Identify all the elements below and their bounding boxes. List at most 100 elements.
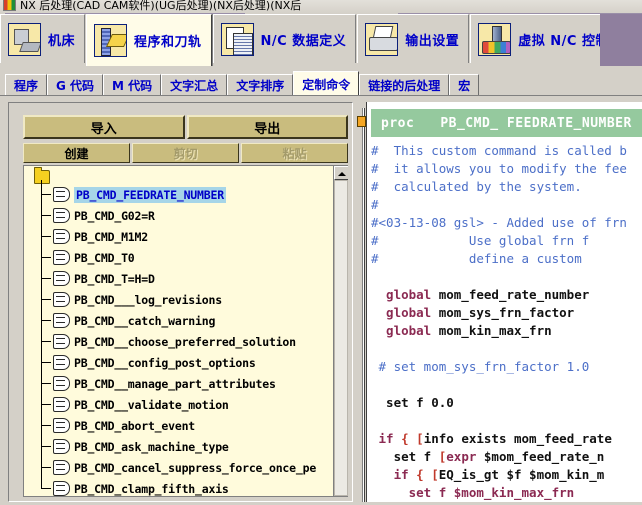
tree-vertical-scrollbar[interactable] bbox=[333, 166, 348, 496]
button-导入[interactable]: 导入 bbox=[23, 115, 185, 139]
sub-tab-6[interactable]: 链接的后处理 bbox=[359, 74, 450, 96]
custom-command-icon bbox=[53, 271, 70, 286]
splitter-bar[interactable] bbox=[362, 108, 365, 502]
tree-item[interactable]: PB_CMD_T0 bbox=[41, 247, 334, 268]
tree-item[interactable]: PB_CMD_cancel_suppress_force_once_pe bbox=[41, 457, 334, 478]
sub-tab-3[interactable]: 文字汇总 bbox=[161, 74, 228, 96]
code-token: # bbox=[371, 197, 379, 212]
button-导出[interactable]: 导出 bbox=[186, 115, 348, 139]
code-line: # Use global frn f bbox=[371, 232, 642, 250]
tree-item-label: PB_CMD_abort_event bbox=[74, 418, 196, 433]
button-创建[interactable]: 创建 bbox=[23, 143, 130, 163]
proc-name: PB_CMD_ FEEDRATE_NUMBER bbox=[440, 115, 632, 131]
sub-tab-0[interactable]: 程序 bbox=[5, 74, 48, 96]
splitter-grip[interactable] bbox=[357, 116, 366, 127]
custom-command-icon bbox=[53, 229, 70, 244]
code-editor-panel[interactable]: proc PB_CMD_ FEEDRATE_NUMBER # This cust… bbox=[366, 102, 642, 502]
proc-header: proc PB_CMD_ FEEDRATE_NUMBER bbox=[371, 109, 642, 137]
code-token: if bbox=[371, 467, 417, 482]
custom-command-icon bbox=[53, 208, 70, 223]
scroll-up-arrow-icon[interactable] bbox=[334, 166, 348, 180]
toolbar-tab-label: 输出设置 bbox=[405, 33, 460, 49]
main-toolbar-tabs: 机床 程序和刀轨 N/C 数据定义 输出设置 虚拟 N/C 控制器 bbox=[0, 14, 642, 66]
custom-command-tree[interactable]: PB_CMD_FEEDRATE_NUMBER PB_CMD_G02=R PB_CMD… bbox=[23, 165, 348, 497]
tree-item[interactable]: PB_CMD_ask_machine_type bbox=[41, 436, 334, 457]
custom-command-icon bbox=[53, 376, 70, 391]
toolbar-tab-label: 机床 bbox=[48, 33, 76, 49]
code-token: # define a custom bbox=[371, 251, 582, 266]
tree-item[interactable]: PB_CMD__catch_warning bbox=[41, 310, 334, 331]
code-line: if { [EQ_is_gt $f $mom_kin_m bbox=[371, 466, 642, 484]
code-line: # it allows you to modify the fee bbox=[371, 160, 642, 178]
sub-tab-bar: 程序 G 代码 M 代码 文字汇总 文字排序 定制命令 链接的后处理宏 bbox=[0, 68, 642, 96]
tree-item[interactable]: PB_CMD_M1M2 bbox=[41, 226, 334, 247]
code-line: set f $mom_kin_max_frn bbox=[371, 484, 642, 502]
toolbar-tab-3[interactable]: 输出设置 bbox=[357, 14, 470, 63]
code-token: expr bbox=[446, 449, 484, 464]
tree-item[interactable]: PB_CMD___log_revisions bbox=[41, 289, 334, 310]
code-line: # calculated by the system. bbox=[371, 178, 642, 196]
tree-item[interactable]: PB_CMD_clamp_fifth_axis bbox=[41, 478, 334, 496]
custom-command-icon bbox=[53, 418, 70, 433]
tree-content: PB_CMD_FEEDRATE_NUMBER PB_CMD_G02=R PB_CMD… bbox=[24, 166, 334, 496]
tree-item[interactable]: PB_CMD__choose_preferred_solution bbox=[41, 331, 334, 352]
tree-item-label: PB_CMD__config_post_options bbox=[74, 355, 256, 370]
tree-item[interactable]: PB_CMD__validate_motion bbox=[41, 394, 334, 415]
tree-item[interactable]: PB_CMD_abort_event bbox=[41, 415, 334, 436]
button-粘贴: 粘贴 bbox=[241, 143, 348, 163]
code-token: mom_feed_rate_number bbox=[438, 287, 590, 302]
scroll-track[interactable] bbox=[334, 180, 348, 496]
custom-command-icon bbox=[53, 334, 70, 349]
tree-item[interactable]: PB_CMD_G02=R bbox=[41, 205, 334, 226]
toolbar-tab-0[interactable]: 机床 bbox=[0, 14, 86, 63]
code-token: set f 0.0 bbox=[371, 395, 454, 410]
code-token: global bbox=[371, 305, 439, 320]
nc-data-icon bbox=[220, 22, 254, 56]
sub-tab-1[interactable]: G 代码 bbox=[47, 74, 104, 96]
tree-item[interactable]: PB_CMD_T=H=D bbox=[41, 268, 334, 289]
code-line: set f [expr $mom_feed_rate_n bbox=[371, 448, 642, 466]
toolbar-tab-label: N/C 数据定义 bbox=[260, 33, 347, 49]
button-剪切: 剪切 bbox=[132, 143, 239, 163]
sub-tab-2[interactable]: M 代码 bbox=[103, 74, 162, 96]
toolbar-tab-2[interactable]: N/C 数据定义 bbox=[212, 14, 357, 63]
custom-command-icon bbox=[53, 250, 70, 265]
application-window: NX 后处理(CAD CAM软件)(UG后处理)(NX后处理)(NX后 机床 程序… bbox=[0, 0, 642, 505]
tree-item-label: PB_CMD__validate_motion bbox=[74, 397, 229, 412]
tree-item[interactable]: PB_CMD_FEEDRATE_NUMBER bbox=[41, 184, 334, 205]
window-title: NX 后处理(CAD CAM软件)(UG后处理)(NX后处理)(NX后 bbox=[20, 0, 302, 12]
sub-tab-5[interactable]: 定制命令 bbox=[293, 71, 360, 96]
tree-item-label: PB_CMD_clamp_fifth_axis bbox=[74, 481, 229, 496]
left-panel: 导入 导出 创建 剪切 粘贴 PB_CMD_FEEDRATE_NUMBER PB_CMD… bbox=[8, 102, 353, 502]
edit-button-row: 创建 剪切 粘贴 bbox=[23, 143, 348, 163]
code-token: { bbox=[401, 431, 417, 446]
code-line: # define a custom bbox=[371, 250, 642, 268]
sub-tab-4[interactable]: 文字排序 bbox=[227, 74, 294, 96]
code-token: global bbox=[371, 287, 439, 302]
code-token: # This custom command is called b bbox=[371, 143, 627, 158]
tree-item-label: PB_CMD_FEEDRATE_NUMBER bbox=[74, 186, 226, 203]
tree-item-label: PB_CMD_ask_machine_type bbox=[74, 439, 229, 454]
code-token: info exists mom_feed_rate bbox=[423, 431, 612, 446]
tree-item[interactable]: PB_CMD__manage_part_attributes bbox=[41, 373, 334, 394]
code-line: global mom_sys_frn_factor bbox=[371, 304, 642, 322]
code-token: if bbox=[371, 431, 402, 446]
tree-item-label: PB_CMD__catch_warning bbox=[74, 313, 216, 328]
panel-splitter[interactable] bbox=[356, 102, 366, 502]
sub-tab-7[interactable]: 宏 bbox=[449, 74, 480, 96]
custom-command-icon bbox=[53, 187, 70, 202]
custom-command-icon bbox=[53, 313, 70, 328]
custom-command-icon bbox=[53, 460, 70, 475]
code-line: set f 0.0 bbox=[371, 394, 642, 412]
code-line: #<03-13-08 gsl> - Added use of frn bbox=[371, 214, 642, 232]
tree-item[interactable]: PB_CMD__config_post_options bbox=[41, 352, 334, 373]
program-path-icon bbox=[94, 24, 128, 57]
code-text[interactable]: # This custom command is called b # it al… bbox=[371, 142, 642, 502]
tree-item-label: PB_CMD_cancel_suppress_force_once_pe bbox=[74, 460, 317, 475]
toolbar-tab-1[interactable]: 程序和刀轨 bbox=[86, 14, 212, 66]
folder-icon bbox=[34, 167, 50, 184]
